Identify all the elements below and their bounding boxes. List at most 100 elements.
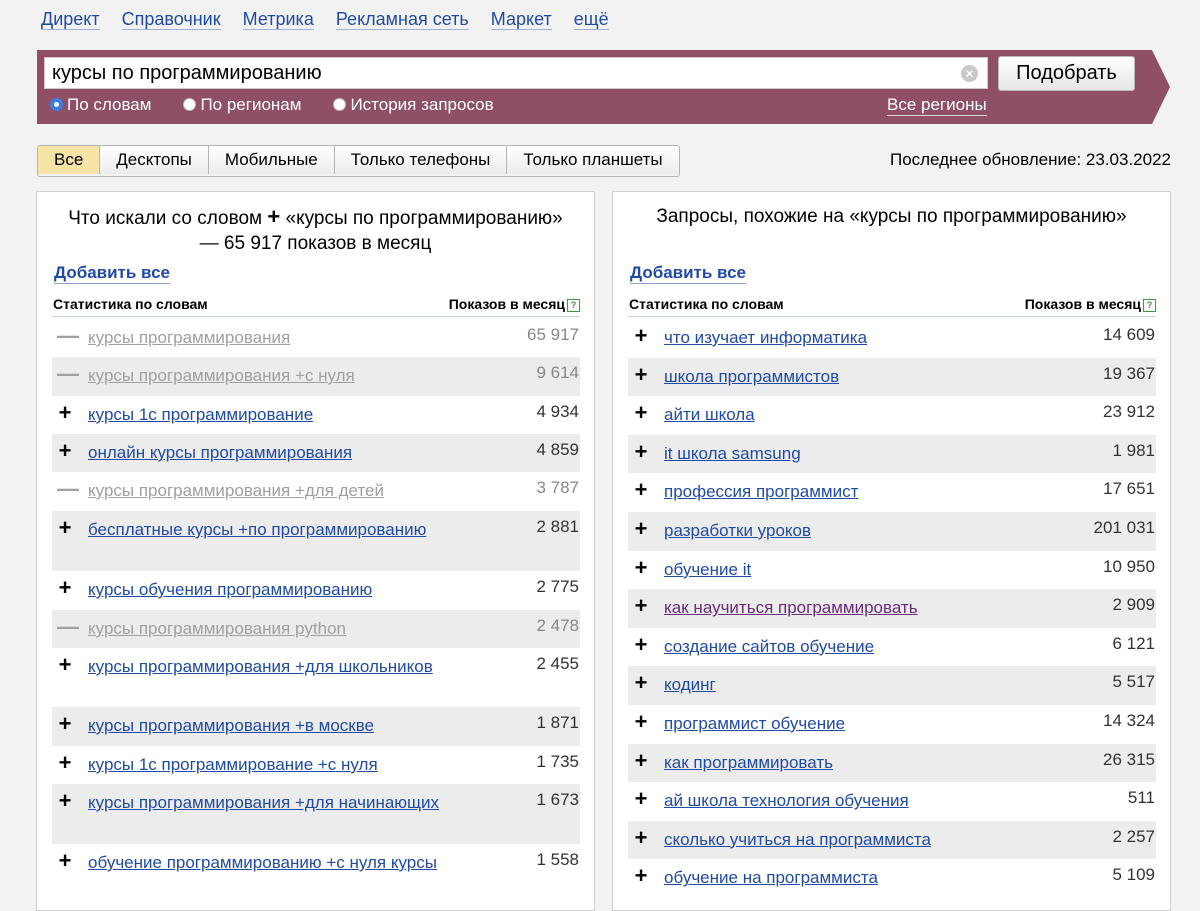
phrase-link[interactable]: курсы программирования +для начинающих	[88, 793, 439, 812]
plus-icon[interactable]: +	[57, 654, 73, 676]
phrase-link[interactable]: айти школа	[664, 405, 755, 424]
phrase-link[interactable]: курсы программирования +для детей	[88, 481, 384, 500]
impressions-count: 2 909	[1112, 595, 1155, 615]
table-row: + курсы программирования +для школьников 2…	[52, 648, 580, 707]
plus-icon[interactable]: +	[57, 577, 73, 599]
search-button[interactable]: Подобрать	[998, 56, 1135, 91]
phrase-link[interactable]: разработки уроков	[664, 521, 811, 540]
impressions-count: 2 881	[536, 517, 579, 536]
phrase-cell: курсы программирования +для начинающих	[52, 784, 580, 813]
plus-icon[interactable]: +	[633, 788, 649, 810]
impressions-count: 1 558	[536, 850, 579, 869]
plus-icon[interactable]: +	[57, 850, 73, 872]
phrase-cell: обучение на программиста	[628, 859, 1156, 888]
phrase-link[interactable]: что изучает информатика	[664, 328, 867, 347]
table-row: + курсы программирования +для начинающих 1…	[52, 784, 580, 844]
phrase-link[interactable]: бесплатные курсы +по программированию	[88, 520, 426, 539]
panel-title: Что искали со словом + «курсы по програм…	[68, 204, 563, 254]
table-row: + бесплатные курсы +по программированию 2 …	[52, 511, 580, 571]
impressions-count: 3 787	[536, 478, 579, 497]
plus-icon[interactable]: +	[57, 402, 73, 424]
phrase-link[interactable]: обучение на программиста	[664, 868, 878, 887]
phrase-link[interactable]: сколько учиться на программиста	[664, 830, 931, 849]
plus-icon[interactable]: +	[633, 826, 649, 849]
phrase-link[interactable]: создание сайтов обучение	[664, 637, 874, 656]
plus-icon[interactable]: +	[57, 517, 73, 539]
search-input[interactable]	[45, 58, 952, 88]
nav-link-metrika[interactable]: Метрика	[242, 9, 314, 30]
nav-link-market[interactable]: Маркет	[490, 9, 552, 30]
phrase-link[interactable]: курсы программирования python	[88, 619, 346, 638]
impressions-count: 1 871	[536, 713, 579, 732]
add-all-link[interactable]: Добавить все	[54, 263, 170, 284]
phrase-link[interactable]: курсы программирования +для школьников	[88, 657, 433, 676]
plus-icon[interactable]: +	[633, 440, 649, 463]
help-icon[interactable]: ?	[1143, 299, 1156, 312]
phrase-link[interactable]: профессия программист	[664, 482, 858, 501]
phrase-link[interactable]: курсы программирования +в москве	[88, 716, 374, 735]
help-icon[interactable]: ?	[567, 299, 580, 312]
phrase-link[interactable]: онлайн курсы программирования	[88, 443, 352, 462]
phrase-link[interactable]: обучение программированию +с нуля курсы	[88, 853, 437, 872]
impressions-count: 511	[1127, 788, 1155, 808]
phrase-link[interactable]: курсы обучения программированию	[88, 580, 372, 599]
phrase-link[interactable]: курсы программирования	[88, 328, 290, 347]
table-row: + ай школа технология обучения 511	[628, 782, 1156, 821]
nav-link-direct[interactable]: Директ	[41, 9, 100, 30]
radio-query-history[interactable]: История запросов	[333, 95, 494, 115]
all-regions-link[interactable]: Все регионы	[887, 95, 987, 116]
phrase-link[interactable]: как научиться программировать	[664, 598, 918, 617]
tab-mobile[interactable]: Мобильные	[208, 146, 335, 174]
plus-icon[interactable]: +	[57, 790, 73, 812]
phrase-link[interactable]: курсы 1с программирование	[88, 405, 313, 424]
clear-icon[interactable]: ×	[961, 65, 978, 82]
plus-icon[interactable]: +	[57, 713, 73, 735]
radio-by-words[interactable]: По словам	[50, 95, 151, 115]
impressions-count: 5 517	[1112, 672, 1155, 692]
phrase-link[interactable]: кодинг	[664, 675, 716, 694]
plus-icon[interactable]: +	[633, 402, 649, 424]
plus-icon[interactable]: +	[57, 752, 73, 774]
plus-icon[interactable]: +	[633, 749, 649, 772]
nav-link-more[interactable]: ещё	[573, 9, 609, 30]
phrase-link[interactable]: it школа samsung	[664, 444, 801, 463]
minus-icon[interactable]: —	[57, 478, 79, 500]
radio-by-regions[interactable]: По регионам	[183, 95, 301, 115]
column-header-count: Показов в месяц?	[449, 296, 580, 312]
plus-icon[interactable]: +	[633, 325, 649, 347]
phrase-link[interactable]: школа программистов	[664, 367, 839, 386]
tab-all[interactable]: Все	[38, 146, 101, 174]
plus-icon[interactable]: +	[633, 479, 649, 501]
plus-icon[interactable]: +	[633, 595, 649, 617]
impressions-count: 17 651	[1103, 479, 1155, 499]
tab-phones-only[interactable]: Только телефоны	[334, 146, 508, 174]
phrase-cell: разработки уроков	[628, 512, 1156, 541]
phrase-link[interactable]: программист обучение	[664, 714, 845, 733]
minus-icon[interactable]: —	[57, 616, 79, 638]
plus-icon[interactable]: +	[633, 633, 649, 656]
phrase-cell: курсы 1с программирование +с нуля	[52, 746, 580, 775]
impressions-count: 1 673	[536, 790, 579, 809]
phrase-link[interactable]: обучение it	[664, 560, 751, 579]
plus-icon[interactable]: +	[633, 710, 649, 733]
minus-icon[interactable]: —	[57, 325, 79, 347]
phrase-link[interactable]: курсы 1с программирование +с нуля	[88, 755, 378, 774]
phrase-link[interactable]: как программировать	[664, 753, 833, 772]
nav-link-directory[interactable]: Справочник	[121, 9, 221, 30]
nav-link-ad-network[interactable]: Рекламная сеть	[335, 9, 469, 30]
plus-icon[interactable]: +	[633, 865, 649, 887]
plus-icon[interactable]: +	[633, 517, 649, 540]
phrase-link[interactable]: курсы программирования +с нуля	[88, 366, 355, 385]
phrase-link[interactable]: ай школа технология обучения	[664, 791, 909, 810]
tab-tablets-only[interactable]: Только планшеты	[507, 146, 679, 174]
tab-desktops[interactable]: Десктопы	[100, 146, 209, 174]
plus-icon[interactable]: +	[633, 363, 649, 386]
plus-icon[interactable]: +	[633, 556, 649, 579]
minus-icon[interactable]: —	[57, 363, 79, 385]
table-row: + профессия программист 17 651	[628, 473, 1156, 512]
impressions-count: 2 257	[1112, 826, 1155, 846]
table-row: + курсы 1с программирование 4 934	[52, 396, 580, 434]
plus-icon[interactable]: +	[57, 440, 73, 462]
plus-icon[interactable]: +	[633, 672, 649, 694]
add-all-link[interactable]: Добавить все	[630, 263, 746, 284]
